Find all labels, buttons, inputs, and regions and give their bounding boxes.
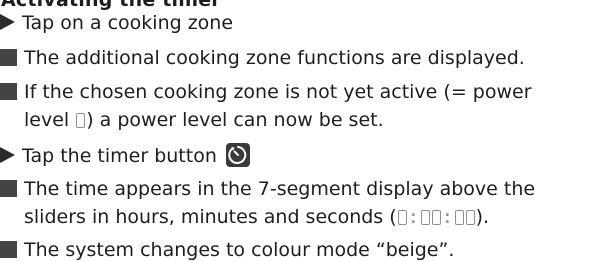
- result-time-appears-continued: sliders in hours, minutes and seconds (:…: [0, 206, 489, 228]
- seven-segment-zero-icon: [76, 113, 86, 128]
- seven-segment-zero-icon: [465, 210, 475, 225]
- square-bullet-icon: [0, 180, 17, 197]
- timer-icon: [225, 143, 250, 167]
- step-tap-timer-button: Tap the timer button: [0, 143, 250, 167]
- step-text: Tap the timer button: [22, 145, 217, 167]
- step-tap-cooking-zone: Tap on a cooking zone: [0, 12, 233, 34]
- seven-segment-zero-icon: [397, 210, 407, 225]
- result-text: ).: [475, 206, 490, 228]
- instruction-page: Activating the timer Tap on a cooking zo…: [0, 0, 611, 262]
- result-text: The time appears in the 7-segment displa…: [24, 178, 536, 200]
- seven-segment-zero-icon: [454, 210, 464, 225]
- square-bullet-icon: [0, 49, 17, 66]
- result-text: sliders in hours, minutes and seconds (: [24, 206, 397, 228]
- segment-colon: :: [407, 206, 420, 228]
- square-bullet-icon: [0, 241, 17, 258]
- seven-segment-zero-icon: [420, 210, 430, 225]
- arrow-bullet-icon: [0, 147, 15, 163]
- section-heading: Activating the timer: [1, 0, 221, 11]
- segment-colon: :: [441, 206, 454, 228]
- square-bullet-icon: [0, 83, 17, 100]
- result-set-power-level: If the chosen cooking zone is not yet ac…: [0, 81, 532, 103]
- result-text: The system changes to colour mode “beige…: [24, 239, 455, 261]
- result-text: If the chosen cooking zone is not yet ac…: [24, 81, 532, 103]
- step-text: Tap on a cooking zone: [22, 12, 234, 34]
- arrow-bullet-icon: [0, 14, 15, 30]
- seven-segment-zero-icon: [431, 210, 441, 225]
- result-text: level: [24, 109, 70, 131]
- result-text: The additional cooking zone functions ar…: [24, 47, 525, 69]
- result-time-appears: The time appears in the 7-segment displa…: [0, 178, 535, 200]
- result-set-power-level-continued: level ) a power level can now be set.: [0, 109, 384, 131]
- result-colour-mode-beige: The system changes to colour mode “beige…: [0, 239, 454, 261]
- result-text: ) a power level can now be set.: [86, 109, 384, 131]
- result-functions-displayed: The additional cooking zone functions ar…: [0, 47, 525, 69]
